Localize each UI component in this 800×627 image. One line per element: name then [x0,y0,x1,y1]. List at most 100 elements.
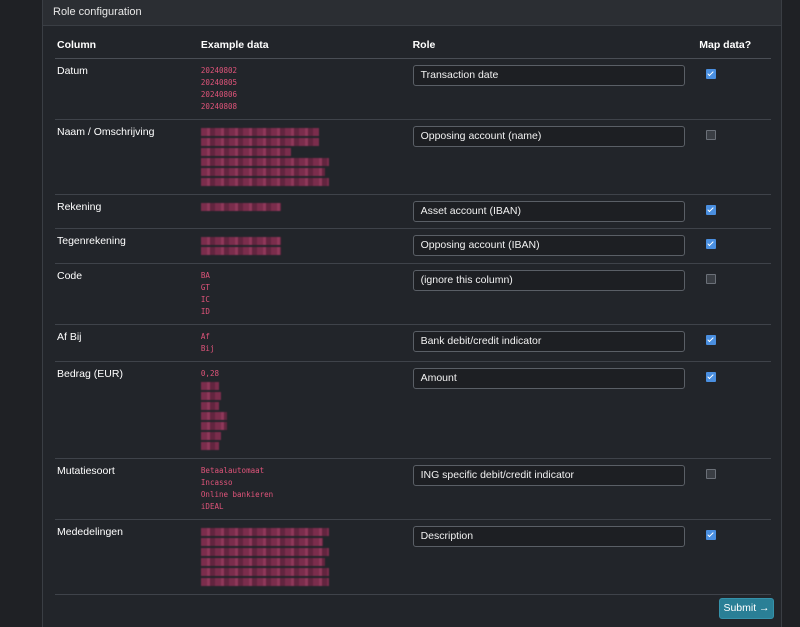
redacted-example-value [200,422,227,430]
redacted-example-value [200,432,221,440]
table-body: Datum 20240802 20240805 20240806 20240808 Tra… [55,58,771,595]
role-cell: ING specific debit/credit indicator [410,458,698,520]
map-data-cell [697,228,771,264]
table-row: Mutatiesoort Betaalautomaat Incasso Online … [55,458,771,520]
role-select[interactable]: Bank debit/credit indicator [412,331,685,352]
table-row: Rekening Asset account (IBAN) [55,194,771,229]
redacted-example-value [200,247,281,255]
map-data-checkbox[interactable] [706,205,717,215]
example-value: ID [200,307,210,316]
role-cell: Description [410,519,698,595]
role-select[interactable]: Opposing account (IBAN) [412,235,685,256]
role-cell: Opposing account (name) [410,119,698,195]
table-header-row: Column Example data Role Map data? [55,35,771,59]
example-data-cell: 20240802 20240805 20240806 20240808 [198,58,411,120]
role-select[interactable]: (ignore this column) [412,270,685,291]
role-select[interactable]: Opposing account (name) [412,126,685,147]
example-value: 20240806 [200,90,238,99]
redacted-example-value [200,548,329,556]
example-data-cell: BA GT IC ID [198,263,411,325]
redacted-example-value [200,402,219,410]
example-value: 20240805 [200,78,238,87]
table-row: Af Bij Af Bij Bank debit/credit indicator [55,324,771,362]
column-name: Naam / Omschrijving [55,119,199,195]
panel-title: Role configuration [43,0,781,26]
example-data-cell [198,519,411,595]
redacted-example-value [200,528,329,536]
example-value: Online bankieren [200,490,274,499]
column-name: Code [55,263,199,325]
redacted-example-value [200,442,219,450]
example-value: 20240802 [200,66,238,75]
role-select[interactable]: Transaction date [412,65,685,86]
example-value: BA [200,271,210,280]
table-row: Datum 20240802 20240805 20240806 20240808 Tra… [55,58,771,120]
header-role: Role [410,35,698,59]
map-data-checkbox[interactable] [706,69,717,79]
map-data-checkbox[interactable] [706,274,717,284]
header-map-data: Map data? [697,35,771,59]
column-name: Tegenrekening [55,228,199,264]
redacted-example-value [200,558,325,566]
role-cell: Asset account (IBAN) [410,194,698,229]
table-row: Tegenrekening Opposing account (IBAN) [55,228,771,264]
column-name: Bedrag (EUR) [55,361,199,459]
map-data-cell [697,458,771,520]
table-row: Bedrag (EUR) 0,28 Amount [55,361,771,459]
table-row: Naam / Omschrijving Opposing account (nam… [55,119,771,195]
example-data-cell [198,119,411,195]
redacted-example-value [200,128,319,136]
header-example-data: Example data [198,35,411,59]
role-select[interactable]: Description [412,526,685,547]
map-data-checkbox[interactable] [706,239,717,249]
map-data-checkbox[interactable] [706,130,717,140]
map-data-checkbox[interactable] [706,372,717,382]
map-data-cell [697,119,771,195]
map-data-cell [697,324,771,362]
redacted-example-value [200,237,281,245]
column-name: Mutatiesoort [55,458,199,520]
role-select[interactable]: Amount [412,368,685,389]
redacted-example-value [200,148,291,156]
redacted-example-value [200,412,227,420]
header-column: Column [55,35,199,59]
example-value: Incasso [200,478,233,487]
map-data-cell [697,58,771,120]
role-cell: Opposing account (IBAN) [410,228,698,264]
submit-button[interactable]: Submit → [719,598,774,619]
example-value: 20240808 [200,102,238,111]
example-data-cell: Betaalautomaat Incasso Online bankieren iDE… [198,458,411,520]
redacted-example-value [200,138,319,146]
redacted-example-value [200,568,329,576]
example-data-cell: 0,28 [198,361,411,459]
example-value: 0,28 [200,369,219,378]
example-value: Betaalautomaat [200,466,265,475]
example-data-cell [198,194,411,229]
redacted-example-value [200,178,329,186]
role-configuration-panel: Role configuration Column Example data R… [42,0,782,627]
example-value: Af [200,332,210,341]
map-data-cell [697,519,771,595]
map-data-checkbox[interactable] [706,335,717,345]
redacted-example-value [200,168,325,176]
table-row: Mededelingen Description [55,519,771,595]
redacted-example-value [200,578,329,586]
column-name: Af Bij [55,324,199,362]
role-cell: (ignore this column) [410,263,698,325]
map-data-cell [697,263,771,325]
role-select[interactable]: Asset account (IBAN) [412,201,685,222]
map-data-checkbox[interactable] [706,469,717,479]
redacted-example-value [200,538,323,546]
example-value: GT [200,283,210,292]
table-row: Code BA GT IC ID (ignore this column) [55,263,771,325]
role-cell: Amount [410,361,698,459]
map-data-checkbox[interactable] [706,530,717,540]
role-select[interactable]: ING specific debit/credit indicator [412,465,685,486]
map-data-cell [697,361,771,459]
redacted-example-value [200,392,221,400]
example-data-cell: Af Bij [198,324,411,362]
map-data-cell [697,194,771,229]
role-cell: Transaction date [410,58,698,120]
example-data-cell [198,228,411,264]
column-name: Mededelingen [55,519,199,595]
